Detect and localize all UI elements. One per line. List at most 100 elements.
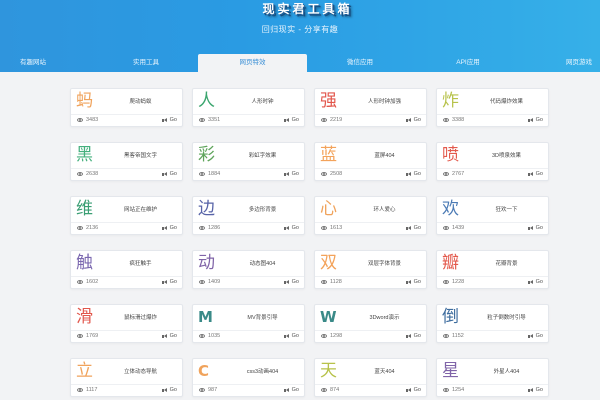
go-label: Go: [535, 171, 543, 177]
speaker-icon: [405, 279, 412, 285]
card-title: 网站正在维护: [123, 207, 157, 213]
go-button[interactable]: Go: [405, 117, 421, 123]
view-count: 2136: [77, 225, 98, 231]
effect-card[interactable]: 触 疯狂触手 1602 Go: [70, 250, 183, 289]
card-footer: 3351 Go: [193, 114, 304, 126]
view-count: 1128: [321, 279, 342, 285]
card-glyph: 星: [442, 361, 459, 381]
go-button[interactable]: Go: [527, 279, 543, 285]
go-button[interactable]: Go: [161, 279, 177, 285]
view-count-value: 1035: [208, 333, 221, 339]
go-button[interactable]: Go: [527, 225, 543, 231]
effect-card[interactable]: 黑 黑客帝国文字 2638 Go: [70, 142, 183, 181]
view-count: 1602: [77, 279, 98, 285]
go-button[interactable]: Go: [283, 279, 299, 285]
card-title: css3动画404: [246, 369, 279, 375]
effect-card[interactable]: 倒 粒子倒数时引导 1152 Go: [436, 304, 549, 343]
effect-card[interactable]: 蓝 蓝屏404 2508 Go: [314, 142, 427, 181]
speaker-icon: [161, 333, 168, 339]
go-button[interactable]: Go: [405, 171, 421, 177]
eye-icon: [321, 280, 327, 284]
effect-card[interactable]: 边 多边形背景 1286 Go: [192, 196, 305, 235]
view-count-value: 1286: [208, 225, 221, 231]
effect-card[interactable]: 强 人形时钟加强 2219 Go: [314, 88, 427, 127]
site-logo[interactable]: 现 实 君 工 具 箱: [250, 0, 364, 18]
tab-web-games[interactable]: 网页游戏: [546, 54, 600, 72]
tab-api-apps[interactable]: API应用: [428, 54, 508, 72]
go-button[interactable]: Go: [161, 333, 177, 339]
card-footer: 1228 Go: [437, 276, 548, 288]
go-button[interactable]: Go: [283, 117, 299, 123]
eye-icon: [77, 280, 83, 284]
tab-web-effects[interactable]: 网页特效: [198, 54, 307, 72]
go-button[interactable]: Go: [283, 387, 299, 393]
card-glyph: 边: [198, 199, 215, 219]
logo-char: 具: [322, 1, 337, 16]
card-glyph: 蚂: [76, 91, 93, 111]
go-button[interactable]: Go: [161, 387, 177, 393]
view-count: 874: [321, 387, 339, 393]
go-button[interactable]: Go: [527, 171, 543, 177]
effect-card[interactable]: 星 外星人404 1254 Go: [436, 358, 549, 397]
go-button[interactable]: Go: [283, 171, 299, 177]
effect-card[interactable]: 彩 彩虹字效果 1884 Go: [192, 142, 305, 181]
go-button[interactable]: Go: [405, 333, 421, 339]
view-count: 2767: [443, 171, 464, 177]
go-label: Go: [291, 117, 299, 123]
effect-card[interactable]: M MV背景引导 1035 Go: [192, 304, 305, 343]
effect-card[interactable]: 欢 狂欢一下 1439 Go: [436, 196, 549, 235]
effect-card[interactable]: 喷 3D喷泉效果 2767 Go: [436, 142, 549, 181]
effect-card[interactable]: 立 立体动态导航 1117 Go: [70, 358, 183, 397]
effect-card[interactable]: W 3Dword演示 1298 Go: [314, 304, 427, 343]
go-button[interactable]: Go: [283, 333, 299, 339]
tab-wechat-apps[interactable]: 微信应用: [320, 54, 400, 72]
go-button[interactable]: Go: [405, 387, 421, 393]
go-button[interactable]: Go: [161, 171, 177, 177]
effect-card[interactable]: 双 双层字体背景 1128 Go: [314, 250, 427, 289]
effect-card[interactable]: 瓣 花瓣背景 1228 Go: [436, 250, 549, 289]
card-glyph: 触: [76, 253, 93, 273]
eye-icon: [443, 226, 449, 230]
effect-card[interactable]: 心 环人爱心 1613 Go: [314, 196, 427, 235]
go-button[interactable]: Go: [161, 225, 177, 231]
speaker-icon: [405, 225, 412, 231]
go-label: Go: [535, 225, 543, 231]
card-title: 动态图404: [249, 261, 276, 267]
speaker-icon: [405, 117, 412, 123]
effect-card[interactable]: 动 动态图404 1409 Go: [192, 250, 305, 289]
effect-card[interactable]: Ccss3动画404 987 Go: [192, 358, 305, 397]
eye-icon: [199, 118, 205, 122]
effect-card[interactable]: 维 网站正在维护 2136 Go: [70, 196, 183, 235]
view-count-value: 1613: [330, 225, 343, 231]
go-label: Go: [169, 171, 177, 177]
speaker-icon: [161, 171, 168, 177]
tab-tools[interactable]: 实用工具: [106, 54, 186, 72]
speaker-icon: [283, 387, 290, 393]
speaker-icon: [405, 171, 412, 177]
go-label: Go: [291, 225, 299, 231]
go-button[interactable]: Go: [283, 225, 299, 231]
go-label: Go: [413, 387, 421, 393]
speaker-icon: [283, 117, 290, 123]
effect-card[interactable]: 天 蓝天404 874 Go: [314, 358, 427, 397]
go-button[interactable]: Go: [527, 333, 543, 339]
go-label: Go: [291, 387, 299, 393]
eye-icon: [77, 334, 83, 338]
effect-card[interactable]: 人 人形时钟 3351 Go: [192, 88, 305, 127]
effect-card[interactable]: 炸 代码爆炸效果 3388 Go: [436, 88, 549, 127]
speaker-icon: [527, 117, 534, 123]
card-title: 疯狂触手: [129, 261, 152, 267]
go-button[interactable]: Go: [405, 225, 421, 231]
effect-card[interactable]: 滑 鼠标滑过爆炸 1769 Go: [70, 304, 183, 343]
go-button[interactable]: Go: [527, 387, 543, 393]
go-button[interactable]: Go: [527, 117, 543, 123]
view-count-value: 1128: [330, 279, 342, 285]
view-count-value: 3388: [452, 117, 465, 123]
tab-fun-sites[interactable]: 有趣网站: [0, 54, 66, 72]
eye-icon: [443, 280, 449, 284]
view-count-value: 1884: [208, 171, 221, 177]
go-label: Go: [291, 171, 299, 177]
go-button[interactable]: Go: [161, 117, 177, 123]
effect-card[interactable]: 蚂 爬动蚂蚁 3483 Go: [70, 88, 183, 127]
go-button[interactable]: Go: [405, 279, 421, 285]
